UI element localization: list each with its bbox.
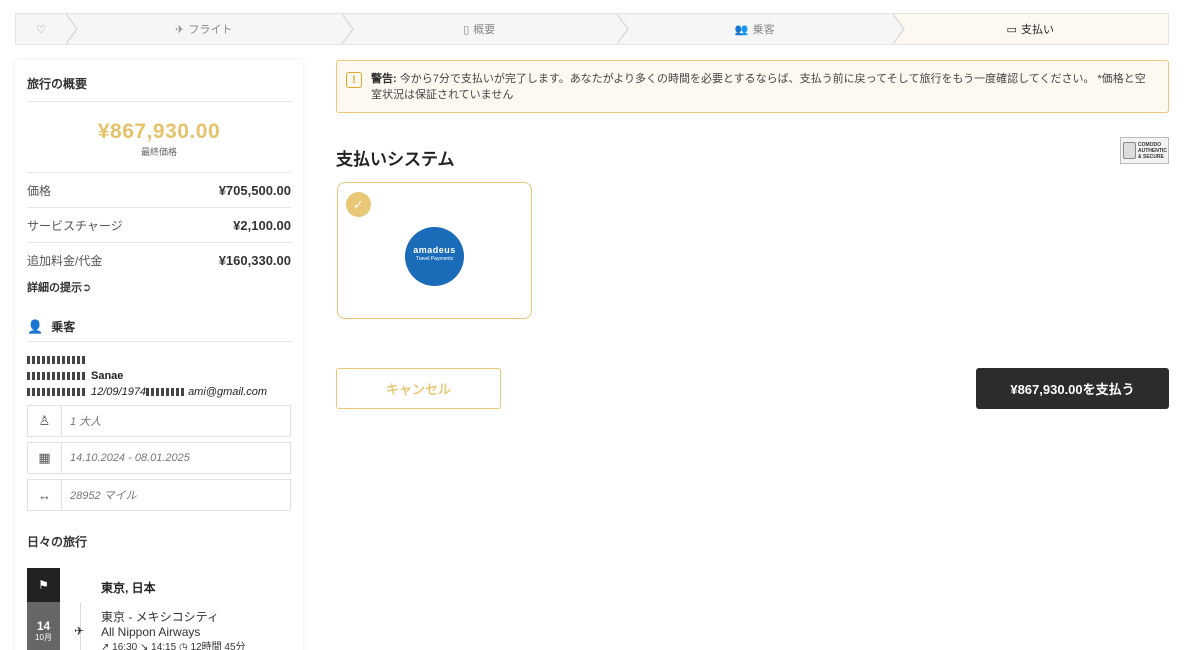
step-payment-label: 支払い — [1020, 24, 1054, 36]
step-flight[interactable]: ✈ フライト — [66, 13, 354, 45]
itinerary-route: 東京 - メキシコシティ — [101, 610, 219, 624]
padlock-icon — [1123, 142, 1136, 159]
price-row: 価格 ¥705,500.00 — [27, 173, 291, 208]
extra-fee-label: 追加料金/代金 — [27, 254, 103, 268]
passenger-birth-date: 12/09/1974 — [91, 386, 147, 398]
checkout-stepper: ♡ ✈ フライト ▯ 概要 👥 乗客 ▭ 支払い — [15, 13, 1169, 45]
itinerary-airline: All Nippon Airways — [101, 625, 201, 639]
show-details-label: 詳細の提示 — [27, 282, 82, 294]
show-details-link[interactable]: 詳細の提示➲ — [27, 279, 291, 295]
itinerary-date: 14 10月 — [27, 602, 60, 650]
service-charge-label: サービスチャージ — [27, 218, 123, 233]
summary-title: 旅行の概要 — [27, 60, 291, 102]
itinerary-times: ↗ 16:30 ↘ 14:15 ◷ 12時間 45分 — [101, 640, 246, 650]
seal-line-3: & SECURE — [1138, 153, 1164, 160]
users-icon: 👥 — [734, 23, 749, 36]
credit-card-icon: ▭ — [1006, 23, 1017, 36]
heart-icon: ♡ — [36, 23, 46, 36]
clock-icon: ◷ — [178, 642, 188, 650]
step-payment[interactable]: ▭ 支払い — [892, 14, 1168, 44]
redacted-text — [27, 356, 87, 365]
redacted-text — [27, 372, 87, 381]
step-summary-label: 概要 — [473, 24, 496, 36]
redacted-text — [146, 388, 185, 397]
pay-button[interactable]: ¥867,930.00を支払う — [976, 368, 1169, 409]
extra-fee-value: ¥160,330.00 — [218, 253, 291, 268]
service-charge-row: サービスチャージ ¥2,100.00 — [27, 208, 291, 243]
arrows-horizontal-icon: ↔ — [28, 480, 62, 510]
extra-fee-row: 追加料金/代金 ¥160,330.00 — [27, 243, 291, 278]
step-passengers-label: 乗客 — [752, 24, 775, 36]
provider-name: amadeus — [413, 245, 456, 255]
check-icon: ✓ — [346, 192, 371, 217]
itinerary-day: 14 — [36, 619, 51, 633]
passenger-count: 1 大人 — [70, 416, 102, 428]
user-icon: 👤 — [27, 318, 44, 334]
passenger-info: Sanae 12/09/1974 ami@gmail.com — [27, 352, 291, 400]
arrow-circle-icon: ➲ — [82, 282, 92, 294]
redacted-text — [27, 388, 87, 397]
plane-icon: ✈ — [74, 624, 85, 638]
calendar-icon: ▦ — [28, 443, 62, 473]
itinerary-item: ⚑ 14 10月 東京, 日本 ✈ 東京 - メキシコシティ All Nippo… — [27, 568, 291, 650]
total-price-block: ¥867,930.00 最終価格 — [27, 102, 291, 173]
document-icon: ▯ — [463, 23, 470, 36]
flight-icon: ✈ — [175, 23, 185, 36]
distance-field: ↔ 28952 マイル — [27, 479, 291, 511]
payment-option-amadeus[interactable]: ✓ amadeus Travel Payments — [337, 182, 532, 319]
cancel-button[interactable]: キャンセル — [336, 368, 501, 409]
passengers-header: 👤 乗客 — [27, 318, 291, 342]
daily-itinerary-title: 日々の旅行 — [27, 535, 88, 549]
travel-dates-field: ▦ 14.10.2024 - 08.01.2025 — [27, 442, 291, 474]
step-summary[interactable]: ▯ 概要 — [342, 13, 629, 45]
service-charge-value: ¥2,100.00 — [233, 217, 291, 233]
passenger-count-field: ♙ 1 大人 — [27, 405, 291, 437]
total-amount: ¥867,930.00 — [97, 120, 221, 143]
arrive-time: 14:15 — [151, 642, 177, 650]
provider-sub: Travel Payments — [415, 256, 454, 262]
passenger-email: ami@gmail.com — [188, 386, 268, 398]
warning-label: 警告: — [371, 73, 397, 85]
price-value: ¥705,500.00 — [218, 182, 291, 198]
flight-duration: 12時間 45分 — [190, 642, 246, 650]
step-passengers[interactable]: 👥 乗客 — [617, 13, 905, 45]
total-label: 最終価格 — [140, 147, 177, 157]
landing-icon: ↘ — [139, 642, 149, 650]
itinerary-route-block: 東京 - メキシコシティ All Nippon Airways ↗ 16:30 … — [101, 610, 246, 650]
warning-text: 今から7分で支払いが完了します。あなたがより多くの時間を必要とするならば、支払う… — [371, 73, 1146, 101]
step-flight-label: フライト — [188, 24, 233, 36]
trip-summary-sidebar: 旅行の概要 ¥867,930.00 最終価格 価格 ¥705,500.00 サー… — [15, 60, 303, 650]
depart-time: 16:30 — [112, 642, 138, 650]
secure-seal-text: COMODO AUTHENTIC & SECURE — [1138, 142, 1167, 160]
itinerary-city: 東京, 日本 — [101, 581, 156, 595]
secure-seal-badge: COMODO AUTHENTIC & SECURE — [1120, 137, 1169, 164]
flag-icon: ⚑ — [27, 568, 60, 602]
travel-dates: 14.10.2024 - 08.01.2025 — [70, 452, 190, 464]
passenger-name: Sanae — [91, 370, 124, 382]
exclamation-icon: ! — [346, 72, 362, 88]
amadeus-logo: amadeus Travel Payments — [405, 227, 464, 286]
seat-icon: ♙ — [28, 406, 62, 436]
payment-system-title: 支払いシステム — [336, 150, 455, 169]
time-warning-alert: ! 警告: 今から7分で支払いが完了します。あなたがより多くの時間を必要とするな… — [336, 60, 1169, 113]
itinerary-month: 10月 — [35, 633, 52, 642]
price-label: 価格 — [27, 183, 52, 198]
distance: 28952 マイル — [70, 490, 137, 502]
takeoff-icon: ↗ — [101, 642, 110, 650]
stepper-home[interactable]: ♡ — [16, 13, 78, 45]
passengers-title: 乗客 — [51, 320, 76, 334]
